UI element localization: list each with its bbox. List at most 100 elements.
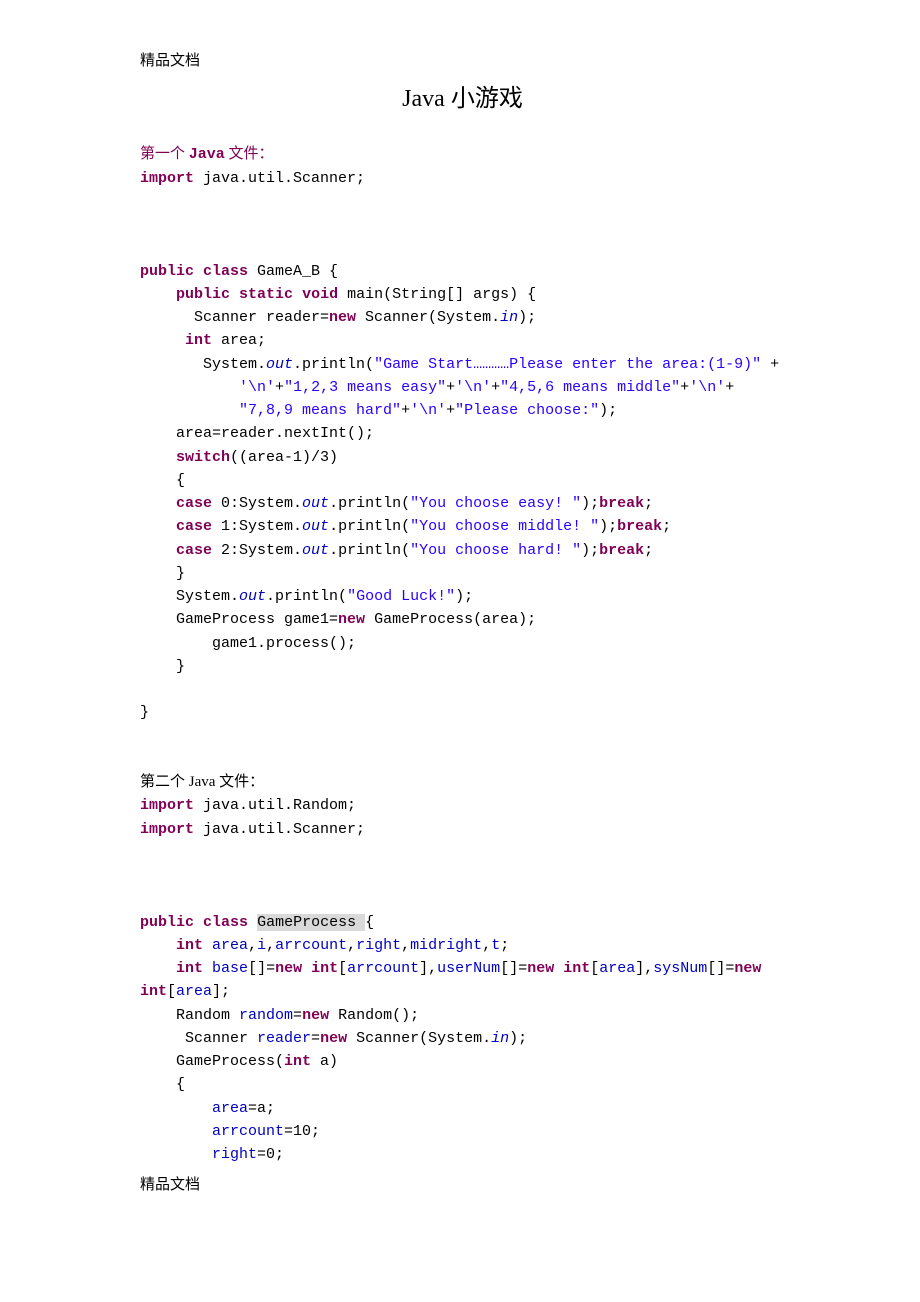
field: area: [212, 1100, 248, 1117]
comma: ,: [248, 937, 257, 954]
code-text: java.util.Scanner;: [194, 821, 365, 838]
field: right: [356, 937, 401, 954]
document-page: 精品文档 Java 小游戏 第一个 Java 文件： import java.u…: [0, 0, 920, 1228]
kw-new: new: [527, 960, 554, 977]
code-line: {: [140, 1076, 185, 1093]
kw-import: import: [140, 821, 194, 838]
field-in: in: [491, 1030, 509, 1047]
code-text: =10;: [284, 1123, 320, 1140]
char-lit: '\n': [455, 379, 491, 396]
code-text: java.util.Random;: [194, 797, 356, 814]
kw-public: public: [140, 914, 194, 931]
field: sysNum: [653, 960, 707, 977]
string-lit: "7,8,9 means hard": [239, 402, 401, 419]
field: userNum: [437, 960, 500, 977]
sp: [248, 914, 257, 931]
plus: +: [680, 379, 689, 396]
code-text: Random: [140, 1007, 239, 1024]
kw-void: void: [302, 286, 338, 303]
eq: =: [311, 1030, 320, 1047]
code-line: }: [140, 704, 149, 721]
comma: ,: [482, 937, 491, 954]
code-text: System.: [140, 356, 266, 373]
kw-switch: switch: [176, 449, 230, 466]
code-text: ],: [635, 960, 653, 977]
page-header: 精品文档: [140, 50, 785, 73]
indent: [140, 1146, 212, 1163]
code-text: System.: [140, 588, 239, 605]
char-lit: '\n': [239, 379, 275, 396]
code-line: game1.process();: [140, 635, 356, 652]
kw-break: break: [599, 495, 644, 512]
code-text: a): [311, 1053, 338, 1070]
code-block-1: import java.util.Scanner; public class G…: [140, 167, 785, 772]
document-title: Java 小游戏: [140, 81, 785, 118]
field: area: [176, 983, 212, 1000]
code-text: );: [518, 309, 536, 326]
file2-label: 第二个 Java 文件：: [140, 771, 785, 794]
code-text: ],: [419, 960, 437, 977]
kw-int: int: [284, 1053, 311, 1070]
code-text: Scanner: [140, 1030, 257, 1047]
sp: [554, 960, 563, 977]
code-text: []=: [500, 960, 527, 977]
field-out: out: [302, 518, 329, 535]
field-out: out: [302, 542, 329, 559]
field: midright: [410, 937, 482, 954]
code-text: =0;: [257, 1146, 284, 1163]
code-line: area=reader.nextInt();: [140, 425, 374, 442]
plus: +: [275, 379, 284, 396]
code-text: GameProcess game1=: [140, 611, 338, 628]
char-lit: '\n': [689, 379, 725, 396]
field: arrcount: [212, 1123, 284, 1140]
kw-static: static: [239, 286, 293, 303]
kw-int: int: [140, 983, 167, 1000]
brace: {: [365, 914, 374, 931]
plus: +: [401, 402, 410, 419]
field: area: [212, 937, 248, 954]
code-text: );: [455, 588, 473, 605]
kw-break: break: [599, 542, 644, 559]
code-text: ((area-1)/3): [230, 449, 338, 466]
file1-label: 第一个 Java 文件：: [140, 143, 785, 166]
eq: =: [293, 1007, 302, 1024]
kw-class: class: [203, 263, 248, 280]
field: reader: [257, 1030, 311, 1047]
semi: ;: [500, 937, 509, 954]
field: arrcount: [275, 937, 347, 954]
field: t: [491, 937, 500, 954]
kw-public: public: [176, 286, 230, 303]
field-out: out: [266, 356, 293, 373]
page-footer: 精品文档: [140, 1174, 785, 1197]
kw-import: import: [140, 170, 194, 187]
code-text: ;: [644, 495, 653, 512]
code-text: .println(: [293, 356, 374, 373]
kw-int: int: [176, 960, 203, 977]
kw-break: break: [617, 518, 662, 535]
string-lit: "You choose easy! ": [410, 495, 581, 512]
char-lit: '\n': [410, 402, 446, 419]
code-text: 1:System.: [212, 518, 302, 535]
kw-case: case: [176, 542, 212, 559]
field: arrcount: [347, 960, 419, 977]
string-lit: "4,5,6 means middle": [500, 379, 680, 396]
code-block-2: import java.util.Random; import java.uti…: [140, 794, 785, 1166]
field-out: out: [239, 588, 266, 605]
code-text: java.util.Scanner;: [194, 170, 365, 187]
kw-public: public: [140, 263, 194, 280]
sp: [302, 960, 311, 977]
main-sig: main(String[] args) {: [338, 286, 536, 303]
indent: [140, 1100, 212, 1117]
field: base: [212, 960, 248, 977]
string-lit: "You choose middle! ": [410, 518, 599, 535]
string-lit: "Game Start…………Please enter the area:(1-…: [374, 356, 761, 373]
string-lit: "Good Luck!": [347, 588, 455, 605]
code-text: 0:System.: [212, 495, 302, 512]
code-line: {: [140, 472, 185, 489]
kw-new: new: [338, 611, 365, 628]
kw-new: new: [329, 309, 356, 326]
field: right: [212, 1146, 257, 1163]
comma: ,: [347, 937, 356, 954]
file1-prefix: 第一个: [140, 146, 189, 162]
kw-new: new: [734, 960, 761, 977]
